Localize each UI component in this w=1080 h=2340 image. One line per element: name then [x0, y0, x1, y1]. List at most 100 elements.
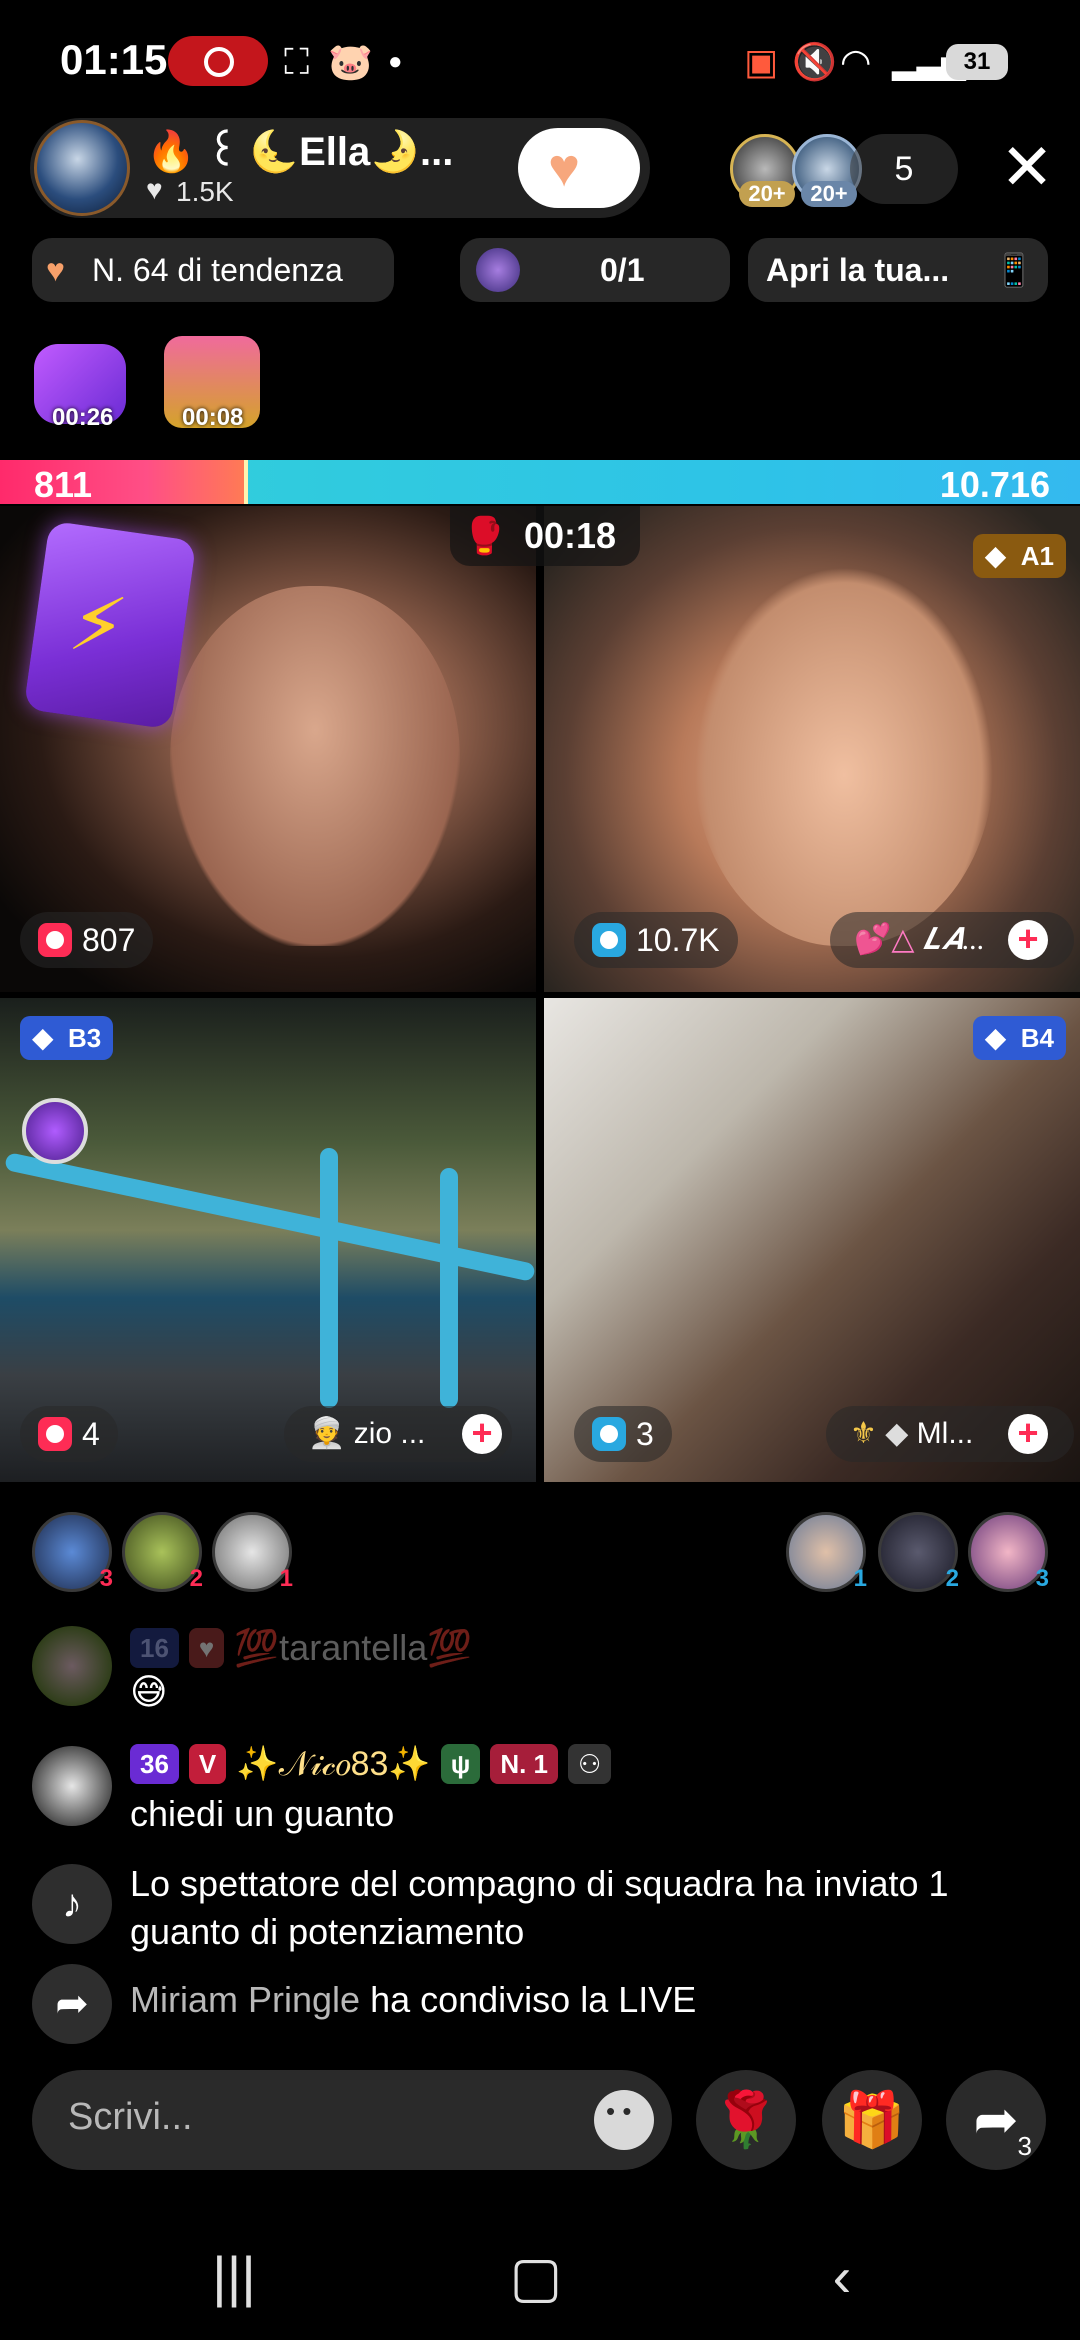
rank-badge: B3	[20, 1016, 114, 1060]
follow-guest-button[interactable]: +	[462, 1414, 502, 1454]
countdown-value: 00:18	[524, 515, 617, 556]
camera-icon	[38, 1417, 72, 1451]
timer-label: 00:26	[52, 404, 114, 431]
share-icon: ➦	[973, 2090, 1019, 2150]
follow-guest-button[interactable]: +	[1008, 920, 1048, 960]
tile-viewer-count: 3	[574, 1406, 672, 1462]
heart-badge: ♥	[188, 1628, 225, 1668]
chat-message[interactable]: 16 ♥ 💯tarantella💯	[32, 1626, 1052, 1746]
tile-viewer-count: 10.7K	[574, 912, 738, 968]
heart-icon: ♥	[146, 174, 163, 205]
gift-button[interactable]: 🎁	[822, 2070, 922, 2170]
supporter-rank: 1	[853, 1565, 867, 1592]
chat-username[interactable]: 💯tarantella💯	[234, 1627, 472, 1669]
top-viewer-avatar[interactable]: 20+	[730, 134, 800, 207]
camera-icon	[38, 923, 72, 957]
chat-text: 😅	[130, 1671, 168, 1712]
status-bar: 01:15 ⛶ 🐷 ● ▣ 🔇 ◠ ▂▃▅ 31	[0, 0, 1080, 120]
chat-avatar[interactable]	[32, 1746, 112, 1826]
comment-placeholder: Scrivi...	[68, 2096, 193, 2138]
screenshot-icon: ⛶	[284, 41, 310, 82]
heart-icon: 💕△	[854, 923, 915, 956]
chat-avatar[interactable]	[32, 1626, 112, 1706]
level-badge: 36	[130, 1744, 179, 1784]
right-score: 10.716	[939, 464, 1050, 505]
supporter-avatar[interactable]: 2	[122, 1512, 203, 1592]
chat-text: Miriam Pringle ha condiviso la LIVE	[130, 1976, 696, 2024]
goal-pill[interactable]: 0/1	[460, 238, 730, 302]
supporter-avatar[interactable]: 2	[878, 1512, 959, 1592]
emoji-icon[interactable]	[594, 2090, 654, 2150]
chat-username[interactable]: Miriam Pringle	[130, 1979, 360, 2020]
share-icon: ➦	[32, 1964, 112, 2044]
supporter-rank: 1	[279, 1565, 293, 1592]
timer-label: 00:08	[182, 404, 244, 431]
share-count: 3	[1017, 2131, 1032, 2161]
phone-icon: 📱	[994, 252, 1034, 288]
camera-icon	[592, 1417, 626, 1451]
open-app-pill[interactable]: Apri la tua... 📱	[748, 238, 1048, 302]
v-badge: V	[188, 1744, 227, 1784]
status-time: 01:15	[60, 36, 168, 83]
close-button[interactable]: ✕	[992, 134, 1062, 204]
supporter-avatar[interactable]: 1	[786, 1512, 867, 1592]
dot-icon: ●	[388, 48, 403, 75]
supporter-avatar[interactable]: 1	[212, 1512, 293, 1592]
video-tile-4[interactable]: B4 3 ⚜ ◆ Ml... +	[544, 998, 1080, 1482]
supporter-avatar[interactable]: 3	[32, 1512, 113, 1592]
chat-text: chiedi un guanto	[130, 1793, 395, 1834]
chat-text: Lo spettatore del compagno di squadra ha…	[130, 1863, 949, 1952]
tile-viewer-count: 4	[20, 1406, 118, 1462]
rank-badge: B4	[972, 1016, 1066, 1060]
follow-button[interactable]: ♥ 8	[518, 128, 640, 208]
rose-gift-button[interactable]: 🌹	[696, 2070, 796, 2170]
home-icon[interactable]: ▢	[486, 2244, 586, 2310]
app-icon: 🐷	[328, 41, 373, 82]
trending-pill[interactable]: ♥ N. 64 di tendenza	[32, 238, 394, 302]
cast-icon: ▣	[744, 41, 779, 82]
level-badge: 16	[130, 1628, 179, 1668]
power-glove-card[interactable]: ⚡	[23, 520, 197, 730]
host-name: 🔥 ꒰ 🌜Ella🌛...	[146, 130, 454, 174]
trending-label: N. 64 di tendenza	[92, 252, 343, 288]
open-app-label: Apri la tua...	[766, 252, 950, 288]
chat-message[interactable]: 36 V ✨𝒩𝒾𝒸𝑜83✨ ψ N. 1 ⚇ chiedi un guanto	[32, 1742, 1052, 1862]
chat-meta: 36 V ✨𝒩𝒾𝒸𝑜83✨ ψ N. 1 ⚇	[130, 1742, 612, 1786]
supporter-rank: 3	[1035, 1565, 1049, 1592]
recent-apps-icon[interactable]: |||	[184, 2244, 284, 2309]
treasure-timer[interactable]: 00:08	[160, 336, 260, 436]
chat-username[interactable]: ✨𝒩𝒾𝒸𝑜83✨	[236, 1744, 430, 1784]
viewer-value: 3	[636, 1416, 654, 1452]
comment-input[interactable]: Scrivi...	[32, 2070, 672, 2170]
fan-club-icon: ⚇	[568, 1744, 612, 1784]
supporter-avatar[interactable]: 3	[968, 1512, 1049, 1592]
video-feed	[440, 1168, 458, 1408]
video-tile-3[interactable]: B3 4 👳 zio ... +	[0, 998, 536, 1482]
goal-icon	[476, 248, 520, 292]
camera-icon	[592, 923, 626, 957]
supporter-rank: 2	[945, 1565, 959, 1592]
lightning-icon: ⚡	[63, 576, 132, 673]
boost-timer[interactable]: 00:26	[30, 336, 130, 436]
heart-icon: ♥	[46, 252, 65, 288]
battle-score-bar: 811 10.716	[0, 460, 1080, 505]
supporter-rank: 3	[99, 1565, 113, 1592]
gift-icon: 🎁	[838, 2090, 906, 2150]
follow-guest-button[interactable]: +	[1008, 1414, 1048, 1454]
video-feed	[170, 586, 460, 946]
share-message: ➦ Miriam Pringle ha condiviso la LIVE	[32, 1964, 1052, 2044]
goal-progress: 0/1	[600, 252, 645, 288]
back-icon[interactable]: ‹	[792, 2244, 892, 2309]
mute-icon: 🔇	[792, 41, 837, 82]
viewer-count[interactable]: 5	[850, 134, 958, 204]
follow-count: 8	[584, 166, 597, 191]
share-button[interactable]: ➦ 3	[946, 2070, 1046, 2170]
battle-countdown: 🥊 00:18	[450, 506, 640, 566]
supporter-rank: 2	[189, 1565, 203, 1592]
video-tile-2[interactable]: A1 10.7K 💕△ 𝑳𝑨... +	[544, 506, 1080, 992]
boost-icon[interactable]	[22, 1098, 88, 1164]
system-message: ♪ Lo spettatore del compagno di squadra …	[32, 1860, 1052, 1970]
video-feed	[694, 566, 994, 946]
host-avatar[interactable]	[34, 120, 130, 216]
rose-icon: 🌹	[712, 2090, 780, 2150]
